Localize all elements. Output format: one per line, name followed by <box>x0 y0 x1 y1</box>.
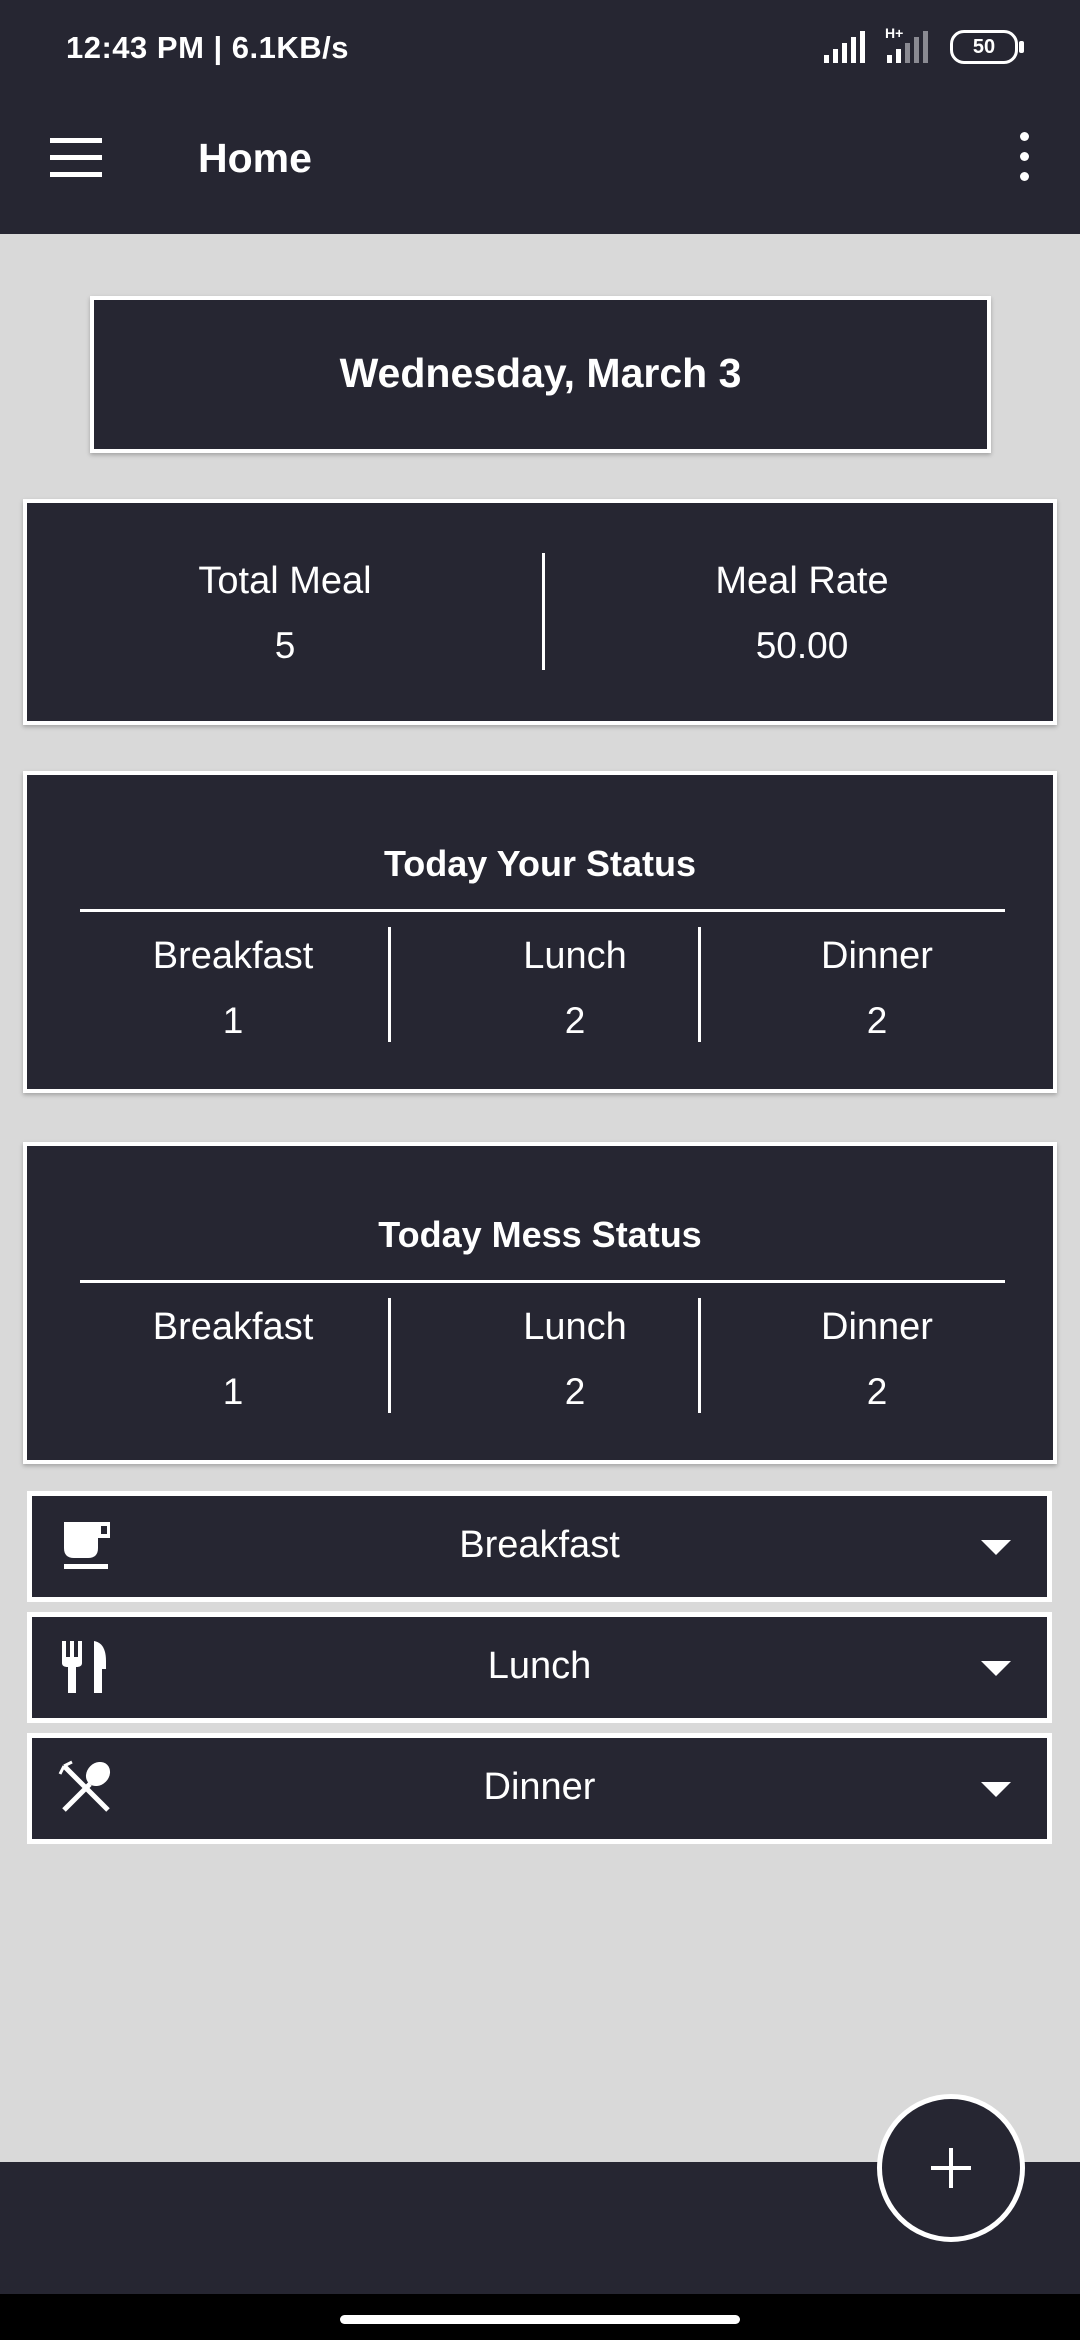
chevron-down-icon <box>981 1782 1011 1797</box>
divider <box>542 553 545 670</box>
status-bar: 12:43 PM | 6.1KB/s H+ 50 <box>0 0 1080 100</box>
app-bar: Home <box>0 100 1080 234</box>
breakfast-label: Breakfast <box>459 1524 620 1566</box>
chevron-down-icon <box>981 1661 1011 1676</box>
chevron-down-icon <box>981 1540 1011 1555</box>
network-label: H+ <box>885 25 904 41</box>
status-value: 2 <box>866 1000 888 1041</box>
divider <box>80 909 1005 912</box>
total-meal-value: 5 <box>274 625 296 666</box>
signal-h-plus-icon: H+ <box>885 25 928 63</box>
lunch-label: Lunch <box>487 1645 592 1687</box>
total-meal-label: Total Meal <box>198 560 372 602</box>
summary-card: Total Meal 5 Meal Rate 50.00 <box>23 499 1057 725</box>
status-label: Dinner <box>821 1306 933 1348</box>
meal-rate: Meal Rate 50.00 <box>547 560 1057 667</box>
mess-status-dinner: Dinner 2 <box>701 1306 1053 1413</box>
dinner-dropdown[interactable]: Dinner <box>27 1733 1052 1844</box>
status-label: Breakfast <box>152 1306 314 1348</box>
breakfast-dropdown[interactable]: Breakfast <box>27 1491 1052 1602</box>
dinner-label: Dinner <box>483 1766 596 1808</box>
lunch-dropdown[interactable]: Lunch <box>27 1612 1052 1723</box>
status-icons: H+ 50 <box>824 25 1024 64</box>
battery-level: 50 <box>972 35 996 58</box>
meal-rate-label: Meal Rate <box>715 560 889 602</box>
home-indicator[interactable] <box>340 2315 740 2324</box>
status-value: 1 <box>222 1371 244 1412</box>
divider <box>80 1280 1005 1283</box>
status-value: 1 <box>222 1000 244 1041</box>
total-meal: Total Meal 5 <box>27 560 543 667</box>
more-vert-icon[interactable] <box>1012 132 1036 182</box>
mess-status-title: Today Mess Status <box>378 1214 702 1255</box>
add-button[interactable] <box>877 2094 1025 2242</box>
mess-status-card: Today Mess Status Breakfast 1 Lunch 2 Di… <box>23 1142 1057 1464</box>
date-card: Wednesday, March 3 <box>90 296 991 453</box>
signal-icon <box>824 31 865 63</box>
date-text: Wednesday, March 3 <box>339 350 742 396</box>
plus-icon <box>931 2148 971 2188</box>
battery-icon: 50 <box>950 30 1024 64</box>
status-value: 2 <box>866 1371 888 1412</box>
your-status-title: Today Your Status <box>383 843 697 884</box>
meal-rate-value: 50.00 <box>755 625 849 666</box>
your-status-breakfast: Breakfast 1 <box>27 935 439 1042</box>
your-status-card: Today Your Status Breakfast 1 Lunch 2 Di… <box>23 771 1057 1093</box>
your-status-dinner: Dinner 2 <box>701 935 1053 1042</box>
status-label: Breakfast <box>152 935 314 977</box>
hamburger-menu-icon[interactable] <box>50 138 104 178</box>
status-time: 12:43 PM | 6.1KB/s <box>66 30 350 65</box>
page-title: Home <box>198 135 312 181</box>
status-label: Dinner <box>821 935 933 977</box>
mess-status-breakfast: Breakfast 1 <box>27 1306 439 1413</box>
